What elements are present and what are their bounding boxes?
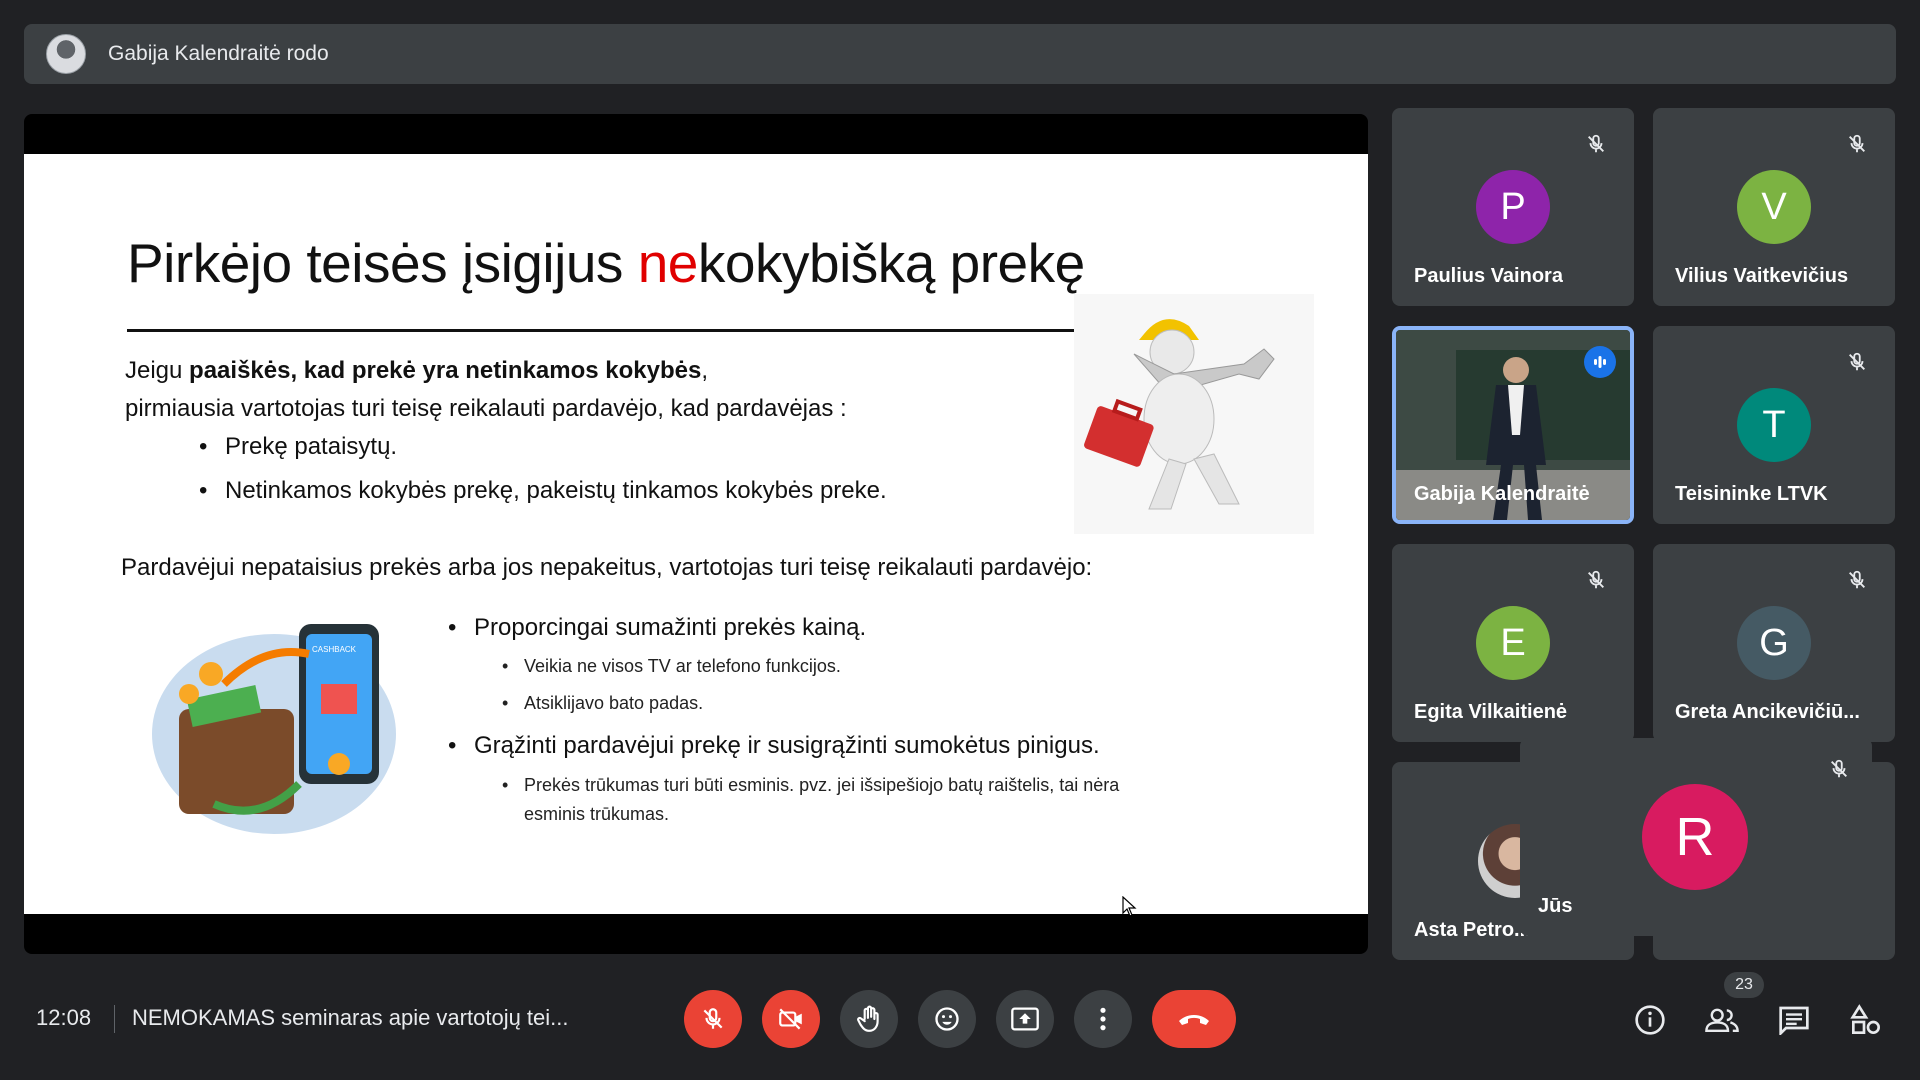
presenting-text: Gabija Kalendraitė rodo: [108, 42, 329, 65]
slide-bullet: Netinkamos kokybės prekę, pakeistų tinka…: [199, 477, 887, 505]
hand-icon: [857, 1005, 879, 1032]
people-icon: [1705, 1008, 1739, 1032]
participant-name: Vilius Vaitkevičius: [1675, 265, 1849, 287]
participant-name: Gabija Kalendraitė: [1414, 483, 1590, 505]
present-screen-icon: [1011, 1007, 1039, 1031]
shared-screen[interactable]: Pirkėjo teisės įsigijus nekokybišką prek…: [24, 114, 1368, 954]
chat-icon: [1779, 1006, 1809, 1035]
phone-cashback-label: CASHBACK: [312, 645, 357, 654]
avatar: P: [1476, 170, 1550, 244]
avatar: V: [1737, 170, 1811, 244]
present-now-button[interactable]: [996, 990, 1054, 1048]
slide-sub-bullet: Veikia ne visos TV ar telefono funkcijos…: [502, 656, 841, 677]
mic-off-icon: [1828, 758, 1850, 785]
presenter-avatar: [46, 34, 86, 74]
worker-illustration: [1074, 294, 1314, 534]
avatar: G: [1737, 606, 1811, 680]
self-avatar: R: [1642, 784, 1748, 890]
participant-name: Asta Petro...: [1414, 919, 1531, 941]
avatar: T: [1737, 388, 1811, 462]
mic-toggle-button[interactable]: [684, 990, 742, 1048]
cashback-illustration: CASHBACK: [152, 624, 396, 834]
mic-off-icon: [703, 1008, 723, 1029]
clock: 12:08: [36, 1005, 92, 1030]
chat-button[interactable]: [1772, 998, 1816, 1042]
more-vert-icon: [1100, 1007, 1106, 1031]
participant-tile[interactable]: G Greta Ancikevičiū...: [1653, 544, 1895, 742]
presentation-slide: Pirkėjo teisės įsigijus nekokybišką prek…: [24, 154, 1368, 914]
camera-off-icon: [779, 1008, 802, 1030]
participant-name: Paulius Vainora: [1414, 265, 1563, 287]
slide-sub-bullet: Atsiklijavo bato padas.: [502, 693, 703, 714]
mic-off-icon: [1580, 128, 1612, 160]
reactions-button[interactable]: [918, 990, 976, 1048]
mic-off-icon: [1841, 128, 1873, 160]
slide-sub-bullet-cont: esminis trūkumas.: [524, 804, 670, 824]
presenting-banner: Gabija Kalendraitė rodo: [24, 24, 1896, 84]
people-button[interactable]: [1700, 998, 1744, 1042]
activities-button[interactable]: [1844, 998, 1888, 1042]
emoji-icon: [935, 1007, 959, 1031]
title-rule: [127, 329, 1075, 332]
slide-line-1: Jeigu paaiškės, kad prekė yra netinkamos…: [125, 357, 709, 384]
activities-icon: [1850, 1004, 1880, 1034]
slide-line-3: Pardavėjui nepataisius prekės arba jos n…: [121, 554, 1093, 581]
avatar: E: [1476, 606, 1550, 680]
participant-tile[interactable]: T Teisininke LTVK: [1653, 326, 1895, 524]
participant-tile[interactable]: P Paulius Vainora: [1392, 108, 1634, 306]
slide-title: Pirkėjo teisės įsigijus nekokybišką prek…: [127, 232, 1085, 294]
leave-call-button[interactable]: [1152, 990, 1236, 1048]
meeting-details-button[interactable]: [1628, 998, 1672, 1042]
participant-tile-speaking[interactable]: Gabija Kalendraitė: [1392, 326, 1634, 524]
participant-count-badge: 23: [1724, 972, 1764, 998]
slide-sub-bullet: Prekės trūkumas turi būti esminis. pvz. …: [502, 775, 1119, 796]
divider: [114, 1005, 115, 1033]
hangup-icon: [1179, 1015, 1209, 1025]
self-name: Jūs: [1538, 895, 1573, 917]
participant-tile[interactable]: E Egita Vilkaitienė: [1392, 544, 1634, 742]
info-icon: [1635, 1005, 1665, 1035]
self-view-tile[interactable]: R Jūs: [1520, 738, 1872, 936]
mic-off-icon: [1841, 564, 1873, 596]
slide-line-2: pirmiausia vartotojas turi teisę reikala…: [125, 395, 847, 422]
slide-bullet: Grąžinti pardavėjui prekę ir susigrąžint…: [448, 732, 1100, 760]
participant-name: Greta Ancikevičiū...: [1675, 701, 1860, 723]
mic-off-icon: [1580, 564, 1612, 596]
speaking-indicator-icon: [1584, 346, 1616, 378]
more-options-button[interactable]: [1074, 990, 1132, 1048]
slide-bullet: Proporcingai sumažinti prekės kainą.: [448, 614, 866, 642]
meeting-title: NEMOKAMAS seminaras apie vartotojų tei..…: [132, 1005, 569, 1030]
participant-name: Teisininke LTVK: [1675, 483, 1828, 505]
participant-name: Egita Vilkaitienė: [1414, 701, 1568, 723]
slide-bullet: Prekę pataisytų.: [199, 433, 397, 461]
mouse-cursor-icon: [1122, 896, 1137, 917]
mic-off-icon: [1841, 346, 1873, 378]
participant-tile[interactable]: V Vilius Vaitkevičius: [1653, 108, 1895, 306]
raise-hand-button[interactable]: [840, 990, 898, 1048]
camera-toggle-button[interactable]: [762, 990, 820, 1048]
